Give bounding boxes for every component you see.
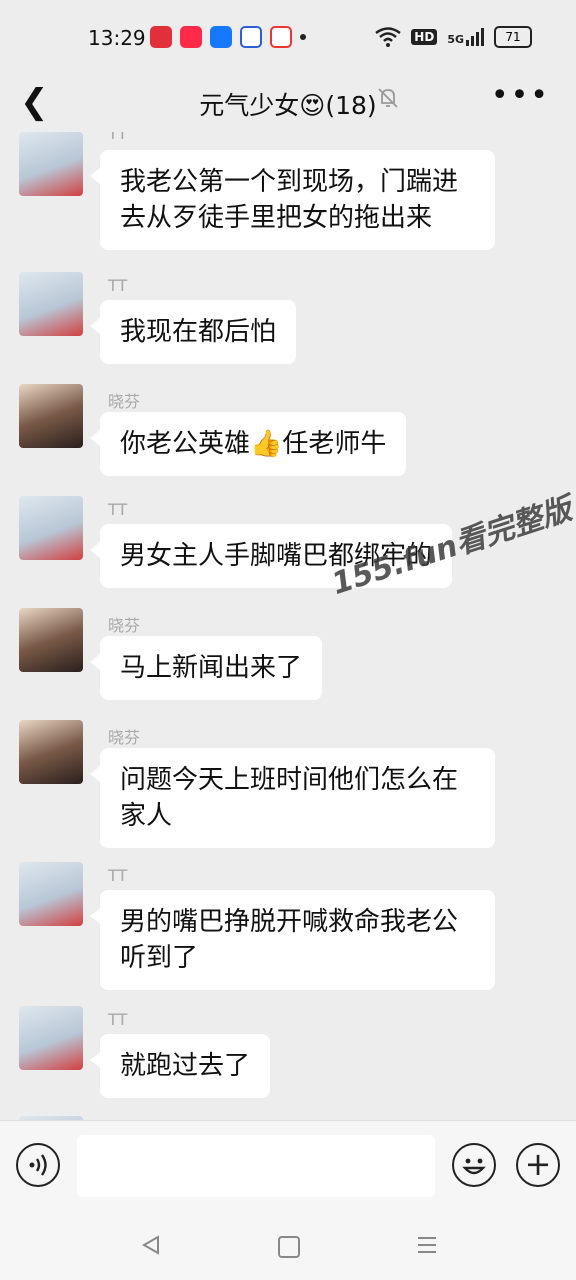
voice-waves — [29, 1154, 47, 1176]
chat-header: ❮ 元气少女😍(18) ••• — [0, 72, 576, 132]
message-input[interactable] — [77, 1135, 435, 1197]
chat-title: 元气少女😍(18) — [199, 91, 377, 120]
status-time: 13:29 — [88, 26, 146, 50]
smile-face — [462, 1158, 486, 1175]
more-notifications-dot — [300, 34, 306, 40]
baidu-app-icon — [240, 26, 262, 48]
tt-avatar[interactable] — [19, 1006, 83, 1070]
sender-name: TT — [108, 500, 128, 519]
map-app-icon — [270, 26, 292, 48]
nav-menu-icon[interactable] — [416, 1234, 438, 1256]
notification-icons — [150, 26, 306, 48]
message-bubble[interactable]: 男的嘴巴挣脱开喊救命我老公听到了 — [90, 890, 495, 990]
wifi-icon — [375, 27, 402, 47]
sender-name: 晓芬 — [108, 616, 141, 635]
tt-avatar[interactable] — [19, 132, 83, 196]
emoji-icon[interactable] — [452, 1143, 496, 1187]
system-nav-bar — [0, 1212, 576, 1280]
xiaofen-avatar[interactable] — [19, 384, 83, 448]
plus-icon[interactable]: + — [516, 1143, 560, 1187]
battery-indicator: 71 — [494, 26, 532, 48]
signal-bars-icon — [466, 28, 484, 46]
xiaofen-avatar[interactable] — [19, 608, 83, 672]
message-bubble[interactable]: 就跑过去了 — [89, 1034, 271, 1098]
alipay-app-icon — [210, 26, 232, 48]
message-bubble[interactable]: 我现在都后怕 — [89, 300, 297, 364]
message-bubble[interactable]: 马上新闻出来了 — [89, 636, 323, 700]
xiaohongshu-app-icon — [180, 26, 202, 48]
nav-home-icon[interactable] — [278, 1236, 300, 1258]
system-indicators: HD 5G 71 — [375, 26, 532, 48]
tt-avatar[interactable] — [19, 862, 83, 926]
tt-avatar[interactable] — [19, 496, 83, 560]
hd-badge: HD — [411, 29, 438, 45]
weibo-app-icon — [150, 26, 172, 48]
more-icon[interactable]: ••• — [491, 78, 550, 113]
nav-back-icon[interactable] — [140, 1234, 162, 1256]
cell-signal: 5G — [447, 28, 484, 46]
sender-name: 晓芬 — [108, 392, 141, 411]
sender-name: TT — [108, 132, 128, 143]
tt-avatar[interactable] — [19, 272, 83, 336]
message-bubble[interactable]: 我老公第一个到现场，门踹进去从歹徒手里把女的拖出来 — [90, 150, 495, 250]
sender-name: TT — [108, 276, 128, 295]
message-bubble[interactable]: 你老公英雄👍任老师牛 — [89, 412, 407, 476]
message-list[interactable]: TT 我老公第一个到现场，门踹进去从歹徒手里把女的拖出来 TT 我现在都后怕 晓… — [0, 132, 576, 1120]
network-type: 5G — [447, 33, 464, 46]
sender-name: 晓芬 — [108, 728, 141, 747]
mute-bell-icon — [378, 88, 398, 108]
message-bubble[interactable]: 问题今天上班时间他们怎么在家人 — [90, 748, 495, 848]
sender-name: TT — [108, 1010, 128, 1029]
input-bar: + — [0, 1120, 576, 1213]
voice-icon[interactable] — [16, 1143, 60, 1187]
sender-name: TT — [108, 866, 128, 885]
xiaofen-avatar[interactable] — [19, 720, 83, 784]
status-bar: 13:29 HD 5G 71 — [0, 0, 576, 72]
